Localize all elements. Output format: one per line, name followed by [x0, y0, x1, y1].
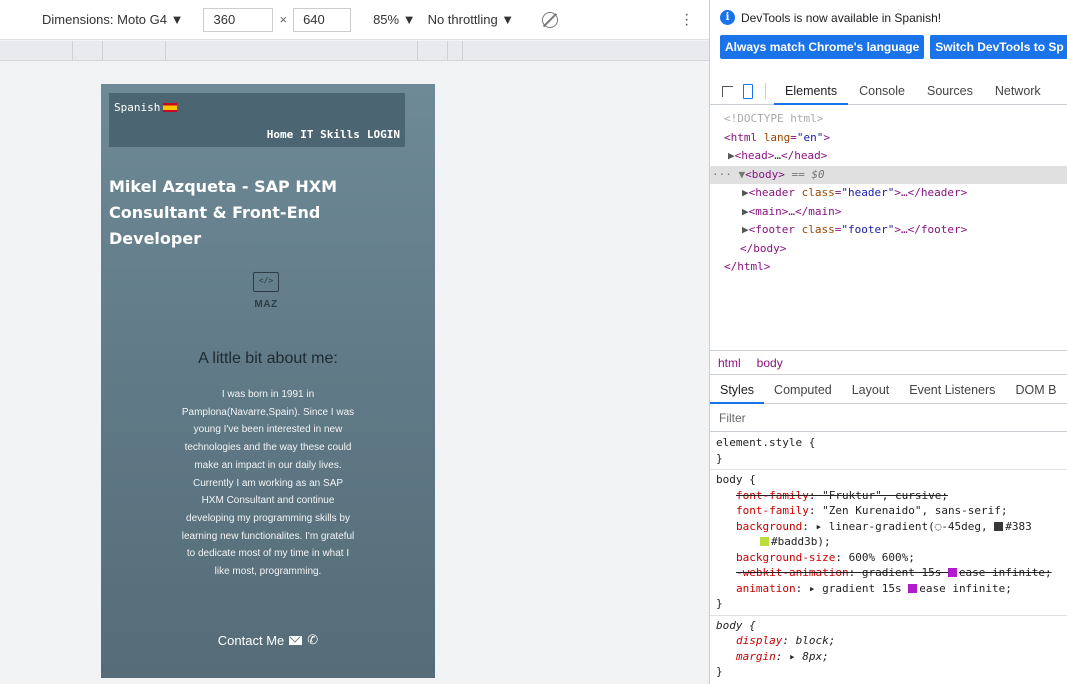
dom-node-html[interactable]: <html lang="en">	[710, 129, 1067, 148]
device-emulation-pane: Dimensions: Moto G4 ▼ 360 × 640 85% ▼ No…	[0, 0, 709, 684]
contact-label[interactable]: Contact Me	[218, 633, 284, 648]
logo: </> MAZ	[251, 272, 281, 310]
contact-link[interactable]: Contact Me ✆	[101, 632, 435, 648]
style-prop[interactable]: display: block;	[716, 633, 1062, 649]
element-style-rule[interactable]: element.style { }	[710, 433, 1067, 470]
nav-home[interactable]: Home	[267, 128, 294, 141]
tab-layout[interactable]: Layout	[842, 376, 900, 404]
code-monitor-icon: </>	[253, 272, 279, 292]
device-toolbar: Dimensions: Moto G4 ▼ 360 × 640 85% ▼ No…	[0, 0, 709, 40]
width-input[interactable]: 360	[203, 7, 274, 32]
body-style-rule[interactable]: body { font-family: "Fruktur", cursive; …	[710, 470, 1067, 616]
tab-styles[interactable]: Styles	[710, 376, 765, 404]
info-message: DevTools is now available in Spanish!	[741, 10, 942, 25]
tab-network[interactable]: Network	[984, 78, 1052, 105]
spain-flag-icon[interactable]	[163, 103, 178, 112]
match-language-button[interactable]: Always match Chrome's language	[720, 35, 925, 59]
style-prop[interactable]: animation: ▸ gradient 15s ease infinite;	[716, 581, 1062, 597]
tab-computed[interactable]: Computed	[764, 376, 842, 404]
tab-sources[interactable]: Sources	[916, 78, 984, 105]
dom-node-html-close[interactable]: </html>	[710, 258, 1067, 277]
style-prop[interactable]: background-size: 600% 600%;	[716, 550, 1062, 566]
height-input[interactable]: 640	[293, 7, 352, 32]
dom-node-doctype[interactable]: <!DOCTYPE html>	[710, 110, 1067, 129]
tab-dom-breakpoints[interactable]: DOM B	[1005, 376, 1066, 404]
style-prop[interactable]: font-family: "Zen Kurenaido", sans-serif…	[716, 503, 1062, 519]
style-prop[interactable]: font-family: "Fruktur", cursive;	[716, 488, 1062, 504]
language-infobar: i DevTools is now available in Spanish! …	[710, 0, 1067, 76]
language-label[interactable]: Spanish	[114, 101, 160, 114]
rotate-disabled-icon[interactable]	[542, 11, 559, 28]
phone-icon[interactable]: ✆	[307, 632, 318, 648]
zoom-dropdown[interactable]: 85% ▼	[373, 12, 416, 27]
dom-tree[interactable]: <!DOCTYPE html> <html lang="en"> ▶<head>…	[710, 110, 1067, 277]
style-prop[interactable]: margin: ▸ 8px;	[716, 649, 1062, 665]
dom-node-header[interactable]: ▶<header class="header">…</header>	[710, 184, 1067, 203]
site-header: Spanish Home IT Skills LOGIN	[109, 93, 405, 147]
style-prop[interactable]: #badd3b);	[716, 534, 1062, 550]
breadcrumb: html body	[710, 350, 1067, 375]
switch-language-button[interactable]: Switch DevTools to Sp	[930, 35, 1067, 59]
site-title: Mikel Azqueta - SAP HXM Consultant & Fro…	[109, 177, 337, 248]
dom-node-main[interactable]: ▶<main>…</main>	[710, 203, 1067, 222]
tab-console[interactable]: Console	[848, 78, 916, 105]
breadcrumb-html[interactable]: html	[718, 356, 741, 370]
device-toolbar-icon[interactable]	[743, 83, 753, 99]
logo-text: MAZ	[254, 299, 278, 310]
toolbar-divider	[765, 83, 766, 99]
style-prop[interactable]: background: ▸ linear-gradient(◌-45deg, #…	[716, 519, 1062, 535]
color-swatch[interactable]	[760, 537, 769, 546]
color-swatch[interactable]	[994, 521, 1004, 531]
dom-node-footer[interactable]: ▶<footer class="footer">…</footer>	[710, 221, 1067, 240]
dom-node-head[interactable]: ▶<head>…</head>	[710, 147, 1067, 166]
style-prop[interactable]: -webkit-animation: gradient 15s ease inf…	[716, 565, 1062, 581]
styles-pane[interactable]: element.style { } body { font-family: "F…	[710, 433, 1067, 683]
styles-tabbar: Styles Computed Layout Event Listeners D…	[710, 376, 1067, 404]
about-heading: A little bit about me:	[198, 350, 338, 367]
device-dropdown[interactable]: Dimensions: Moto G4 ▼	[42, 12, 183, 27]
nav-login[interactable]: LOGIN	[367, 128, 400, 141]
dom-node-body-close[interactable]: </body>	[710, 240, 1067, 259]
language-switch[interactable]: Spanish	[114, 101, 178, 114]
envelope-icon[interactable]	[289, 635, 303, 645]
dom-node-body[interactable]: ··· ▼<body> == $0	[710, 165, 1067, 184]
throttling-dropdown[interactable]: No throttling ▼	[428, 12, 515, 27]
devtools-tabbar: Elements Console Sources Network	[710, 78, 1067, 105]
tab-elements[interactable]: Elements	[774, 78, 849, 105]
site-nav: Home IT Skills LOGIN	[267, 128, 400, 141]
about-paragraph: I was born in 1991 in Pamplona(Navarre,S…	[181, 389, 355, 578]
tab-event-listeners[interactable]: Event Listeners	[899, 376, 1005, 404]
easing-swatch[interactable]	[947, 568, 957, 577]
devtools-pane: i DevTools is now available in Spanish! …	[709, 0, 1067, 684]
device-viewport: Spanish Home IT Skills LOGIN Mikel Azque…	[101, 84, 435, 678]
info-icon: i	[720, 10, 735, 25]
dimension-separator: ×	[279, 12, 288, 27]
styles-filter-input[interactable]: Filter	[710, 405, 1067, 432]
easing-swatch[interactable]	[908, 583, 918, 593]
nav-it-skills[interactable]: IT Skills	[300, 128, 360, 141]
more-options-icon[interactable]: · · ·	[684, 7, 689, 33]
body-ua-rule[interactable]: body { display: block; margin: ▸ 8px; }	[710, 616, 1067, 683]
inspect-element-icon[interactable]	[722, 85, 733, 97]
breadcrumb-body[interactable]: body	[757, 356, 783, 370]
media-query-ruler[interactable]	[0, 41, 709, 61]
